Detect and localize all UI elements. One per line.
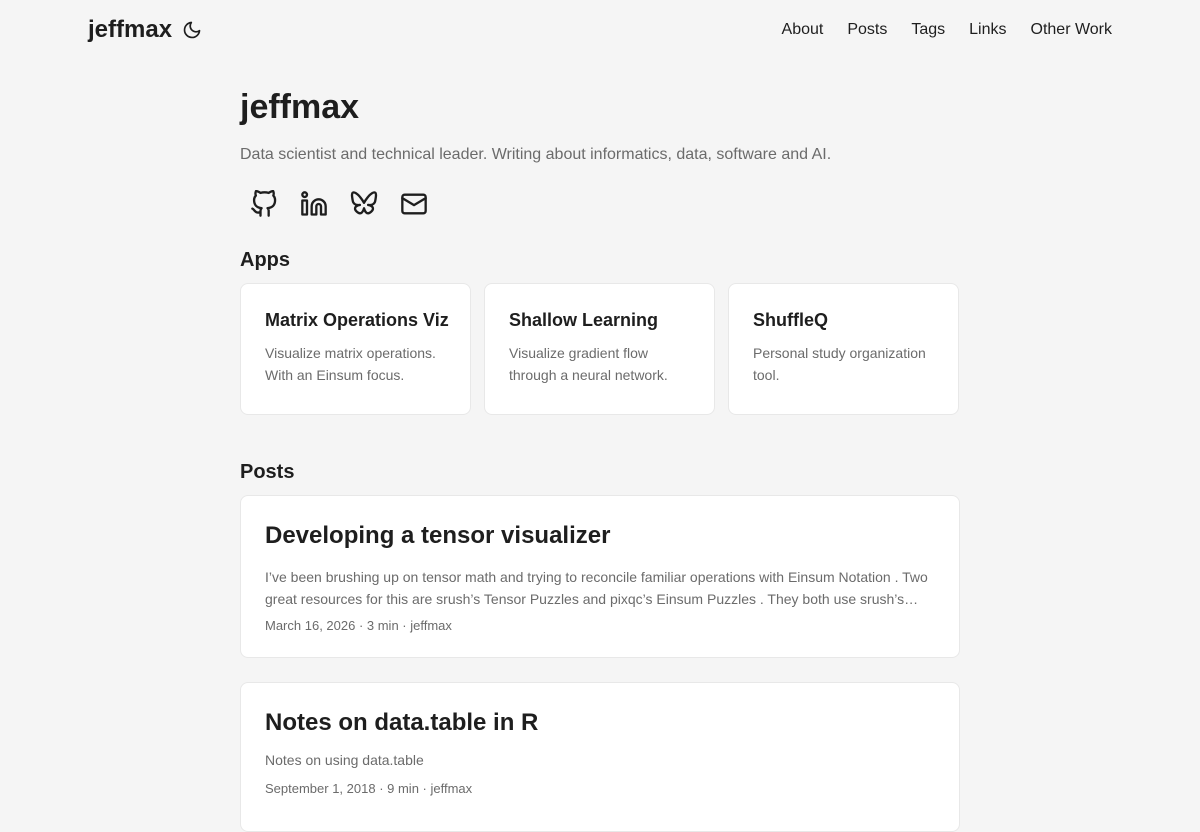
post-card-data-table[interactable]: Notes on data.table in R Notes on using … bbox=[240, 682, 960, 832]
post-card-tensor-visualizer[interactable]: Developing a tensor visualizer I’ve been… bbox=[240, 495, 960, 658]
nav-posts[interactable]: Posts bbox=[847, 18, 887, 42]
linkedin-icon[interactable] bbox=[300, 190, 328, 218]
post-title: Developing a tensor visualizer bbox=[265, 522, 611, 549]
post-title: Notes on data.table in R bbox=[265, 709, 539, 736]
apps-list: Matrix Operations Viz Visualize matrix o… bbox=[240, 283, 960, 415]
app-title: Shallow Learning bbox=[509, 310, 659, 330]
post-meta: March 16, 2026 · 3 min · jeffmax bbox=[265, 618, 452, 633]
post-meta: September 1, 2018 · 9 min · jeffmax bbox=[265, 781, 473, 796]
nav-other-work[interactable]: Other Work bbox=[1031, 18, 1113, 42]
app-title: ShuffleQ bbox=[753, 310, 828, 330]
app-description: Visualize gradient flow through a neural… bbox=[509, 345, 668, 383]
post-excerpt: Notes on using data.table bbox=[265, 752, 424, 768]
site-header: jeffmax About Posts Tags Links Other Wor… bbox=[0, 0, 1200, 60]
nav-links[interactable]: Links bbox=[969, 18, 1006, 42]
app-card-shallow-learning[interactable]: Shallow Learning Visualize gradient flow… bbox=[484, 283, 715, 415]
moon-icon[interactable] bbox=[182, 20, 202, 40]
post-excerpt: I’ve been brushing up on tensor math and… bbox=[265, 569, 928, 607]
app-description: Visualize matrix operations. With an Ein… bbox=[265, 345, 436, 383]
app-card-matrix-operations-viz[interactable]: Matrix Operations Viz Visualize matrix o… bbox=[240, 283, 471, 415]
github-icon[interactable] bbox=[250, 189, 278, 218]
profile-subtitle: Data scientist and technical leader. Wri… bbox=[240, 146, 832, 163]
site-logo[interactable]: jeffmax bbox=[88, 14, 172, 46]
email-icon[interactable] bbox=[400, 190, 428, 218]
app-card-shuffleq[interactable]: ShuffleQ Personal study organization too… bbox=[728, 283, 959, 415]
bluesky-icon[interactable] bbox=[350, 190, 378, 218]
posts-heading: Posts bbox=[240, 461, 295, 483]
social-icons bbox=[250, 189, 428, 218]
apps-heading: Apps bbox=[240, 249, 290, 271]
nav-tags[interactable]: Tags bbox=[911, 18, 945, 42]
nav-about[interactable]: About bbox=[782, 18, 824, 42]
app-description: Personal study organization tool. bbox=[753, 345, 926, 383]
app-title: Matrix Operations Viz bbox=[265, 310, 449, 330]
main-nav: About Posts Tags Links Other Work bbox=[782, 18, 1112, 42]
profile-title: jeffmax bbox=[240, 88, 360, 126]
